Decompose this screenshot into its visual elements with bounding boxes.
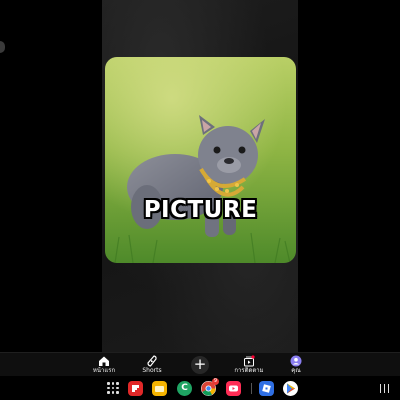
nav-subscriptions-label: การติดตาม (234, 367, 264, 374)
picture-caption: PICTURE (143, 197, 258, 223)
nav-shorts-label: Shorts (142, 367, 162, 374)
create-button[interactable]: + (191, 356, 209, 374)
taskbar-separator (251, 383, 252, 394)
french-bulldog-image (105, 57, 296, 263)
recents-icon[interactable] (380, 383, 390, 393)
nav-subscriptions[interactable]: การติดตาม (229, 353, 269, 377)
samsung-taskbar: C 9 (0, 376, 400, 400)
home-icon (99, 356, 109, 366)
subscriptions-icon (244, 355, 255, 367)
notification-badge: 9 (212, 378, 219, 385)
plus-icon: + (193, 355, 207, 373)
avatar-icon (290, 355, 302, 367)
folder-app-icon[interactable] (152, 381, 167, 396)
edge-panel-handle[interactable] (0, 41, 5, 53)
video-player[interactable]: PICTURE (0, 0, 400, 352)
phone-app-icon[interactable]: C (177, 381, 192, 396)
bottom-navigation-bar: หน้าแรก Shorts + การติดตาม คุณ (0, 352, 400, 377)
youtube-app-icon[interactable] (226, 381, 241, 396)
nav-home[interactable]: หน้าแรก (84, 353, 124, 377)
shorts-icon (147, 355, 157, 367)
flipboard-app-icon[interactable] (128, 381, 143, 396)
nav-you[interactable]: คุณ (276, 353, 316, 377)
roblox-app-icon[interactable] (259, 381, 274, 396)
app-drawer-icon[interactable] (107, 382, 119, 394)
nav-home-label: หน้าแรก (92, 367, 116, 374)
nav-you-label: คุณ (291, 367, 301, 374)
nav-shorts[interactable]: Shorts (132, 353, 172, 377)
play-store-app-icon[interactable] (283, 381, 298, 396)
puppy-picture: PICTURE (105, 57, 296, 263)
